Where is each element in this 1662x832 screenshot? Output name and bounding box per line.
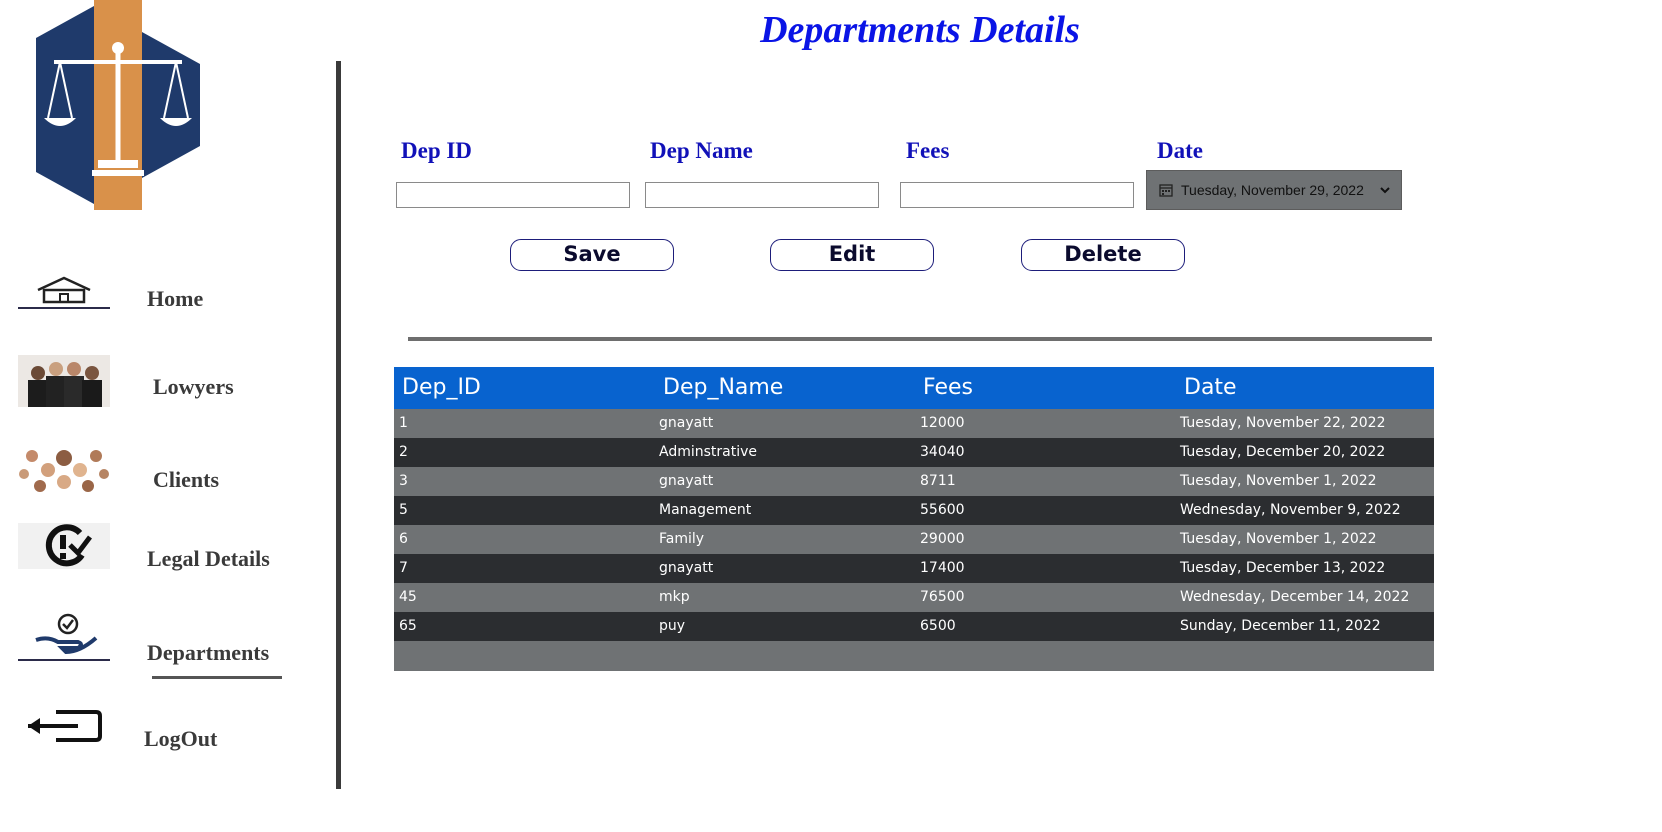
legal-check-icon[interactable]: [18, 523, 110, 569]
cell-dep-id: 1: [399, 415, 408, 431]
active-item-underline: [152, 676, 282, 679]
date-picker-value: Tuesday, November 29, 2022: [1181, 182, 1364, 198]
departments-table[interactable]: Dep_ID Dep_Name Fees Date 1 gnayatt 1200…: [394, 367, 1434, 671]
cell-fees: 12000: [920, 415, 965, 431]
edit-button[interactable]: Edit: [770, 239, 934, 271]
cell-date: Sunday, December 11, 2022: [1180, 618, 1381, 634]
date-label: Date: [1157, 138, 1203, 163]
section-divider: [408, 337, 1432, 341]
cell-dep-name: Management: [659, 502, 752, 518]
cell-date: Wednesday, November 9, 2022: [1180, 502, 1401, 518]
column-header-dep-name[interactable]: Dep_Name: [663, 375, 783, 400]
cell-dep-id: 5: [399, 502, 408, 518]
cell-fees: 34040: [920, 444, 965, 460]
cell-dep-name: Adminstrative: [659, 444, 758, 460]
cell-fees: 29000: [920, 531, 965, 547]
cell-date: Tuesday, November 22, 2022: [1180, 415, 1386, 431]
logout-icon[interactable]: [18, 706, 110, 746]
dep-id-label: Dep ID: [401, 138, 472, 163]
cell-dep-id: 6: [399, 531, 408, 547]
cell-dep-name: Family: [659, 531, 705, 547]
cell-dep-id: 3: [399, 473, 408, 489]
law-firm-logo: [36, 0, 200, 210]
home-icon[interactable]: [18, 270, 110, 322]
fees-label: Fees: [906, 138, 950, 163]
table-header: Dep_ID Dep_Name Fees Date: [394, 367, 1434, 409]
sidebar-item-departments[interactable]: Departments: [147, 640, 269, 666]
calendar-icon: [1159, 184, 1173, 197]
chevron-down-icon[interactable]: [1379, 184, 1391, 196]
cell-date: Tuesday, November 1, 2022: [1180, 473, 1377, 489]
cell-date: Wednesday, December 14, 2022: [1180, 589, 1410, 605]
cell-dep-name: puy: [659, 618, 686, 634]
page-title: Departments Details: [760, 9, 1080, 51]
sidebar-item-clients[interactable]: Clients: [153, 467, 219, 493]
sidebar-item-lawyers[interactable]: Lowyers: [153, 374, 234, 400]
cell-dep-name: gnayatt: [659, 473, 714, 489]
cell-dep-name: gnayatt: [659, 415, 714, 431]
table-row[interactable]: 7 gnayatt 17400 Tuesday, December 13, 20…: [394, 554, 1434, 583]
sidebar-item-logout[interactable]: LogOut: [144, 726, 217, 752]
cell-fees: 55600: [920, 502, 965, 518]
table-row[interactable]: 3 gnayatt 8711 Tuesday, November 1, 2022: [394, 467, 1434, 496]
table-row[interactable]: 2 Adminstrative 34040 Tuesday, December …: [394, 438, 1434, 467]
cell-dep-id: 7: [399, 560, 408, 576]
cell-date: Tuesday, December 20, 2022: [1180, 444, 1386, 460]
cell-date: Tuesday, November 1, 2022: [1180, 531, 1377, 547]
sidebar-item-legal-details[interactable]: Legal Details: [147, 546, 270, 572]
delete-button[interactable]: Delete: [1021, 239, 1185, 271]
dep-name-input[interactable]: [645, 182, 879, 208]
cell-date: Tuesday, December 13, 2022: [1180, 560, 1386, 576]
date-picker[interactable]: Tuesday, November 29, 2022: [1146, 170, 1402, 210]
cell-dep-name: gnayatt: [659, 560, 714, 576]
cell-dep-name: mkp: [659, 589, 690, 605]
table-row[interactable]: 45 mkp 76500 Wednesday, December 14, 202…: [394, 583, 1434, 612]
table-row[interactable]: 1 gnayatt 12000 Tuesday, November 22, 20…: [394, 409, 1434, 438]
cell-fees: 8711: [920, 473, 956, 489]
sidebar-divider: [336, 61, 341, 789]
cell-fees: 6500: [920, 618, 956, 634]
table-row[interactable]: 5 Management 55600 Wednesday, November 9…: [394, 496, 1434, 525]
column-header-date[interactable]: Date: [1184, 375, 1237, 400]
table-row[interactable]: 6 Family 29000 Tuesday, November 1, 2022: [394, 525, 1434, 554]
dep-id-input[interactable]: [396, 182, 630, 208]
save-button[interactable]: Save: [510, 239, 674, 271]
cell-dep-id: 45: [399, 589, 417, 605]
sidebar-item-home[interactable]: Home: [147, 286, 203, 312]
hand-check-icon[interactable]: [18, 612, 110, 664]
cell-fees: 17400: [920, 560, 965, 576]
cell-dep-id: 65: [399, 618, 417, 634]
cell-dep-id: 2: [399, 444, 408, 460]
dep-name-label: Dep Name: [650, 138, 753, 163]
column-header-dep-id[interactable]: Dep_ID: [402, 375, 481, 400]
cell-fees: 76500: [920, 589, 965, 605]
clients-photo[interactable]: [18, 444, 110, 496]
lawyers-photo[interactable]: [18, 355, 110, 407]
fees-input[interactable]: [900, 182, 1134, 208]
column-header-fees[interactable]: Fees: [923, 375, 973, 400]
table-row[interactable]: 65 puy 6500 Sunday, December 11, 2022: [394, 612, 1434, 641]
